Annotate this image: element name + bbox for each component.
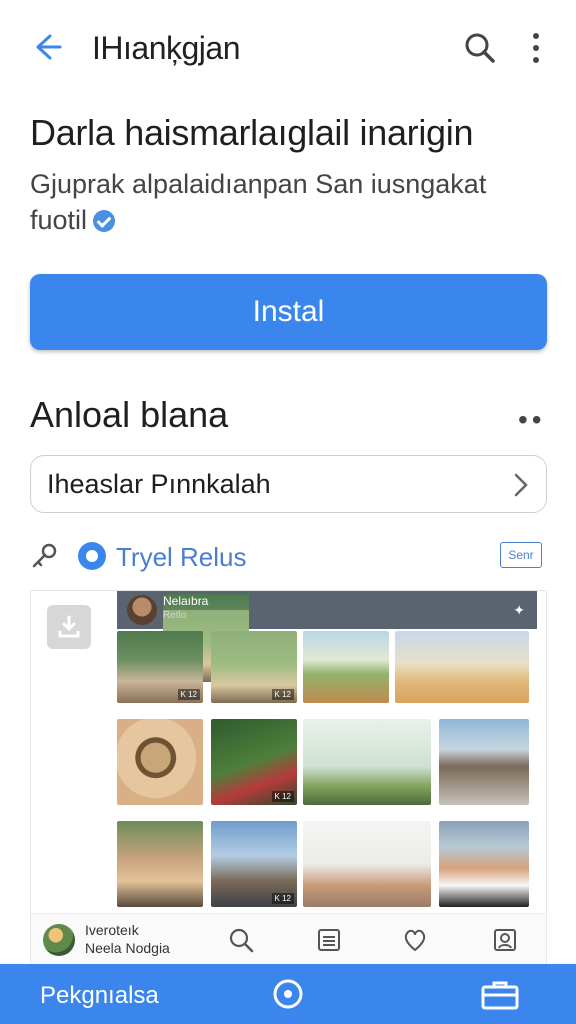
arrow-left-icon[interactable] xyxy=(28,30,62,64)
photo-thumbnail[interactable] xyxy=(117,719,203,805)
selector-label: Iheaslar Pınnkalah xyxy=(47,469,271,499)
filter-label[interactable]: Tryel Relus xyxy=(116,542,247,573)
photo-tag: K 12 xyxy=(271,893,294,904)
install-button[interactable]: Instal xyxy=(30,274,547,350)
verified-icon xyxy=(93,210,116,232)
section-title: Anloal blana xyxy=(30,394,229,435)
page-headline: Darla haismarlaıglail inarigin xyxy=(30,112,474,153)
photo-thumbnail[interactable] xyxy=(439,821,529,907)
photo-thumbnail[interactable] xyxy=(439,719,529,805)
section-more-button[interactable]: •• xyxy=(518,404,546,436)
selector-row[interactable]: Iheaslar Pınnkalah xyxy=(30,455,547,513)
filter-row: Tryel Relus Senr xyxy=(30,536,547,580)
chevron-right-icon xyxy=(514,473,528,497)
heart-icon[interactable] xyxy=(401,926,429,954)
download-button[interactable] xyxy=(47,605,91,649)
filter-badge[interactable]: Senr xyxy=(500,542,542,568)
bottom-navigation: Pekgnıalsa xyxy=(0,964,576,1024)
more-vertical-icon[interactable] xyxy=(524,30,548,66)
profile-icon[interactable] xyxy=(491,926,519,954)
avatar xyxy=(127,595,157,625)
photo-thumbnail[interactable]: K 12 xyxy=(117,631,203,703)
app-title: IHıanķgjan xyxy=(92,30,240,66)
photo-thumbnail[interactable] xyxy=(303,821,431,907)
album-thumbnail[interactable] xyxy=(43,924,75,956)
photo-tag: K 12 xyxy=(271,689,294,700)
photo-tag: K 12 xyxy=(177,689,200,700)
radio-selected-icon[interactable] xyxy=(78,542,106,570)
search-icon[interactable] xyxy=(462,30,498,66)
gallery-footer: Iveroteık Neela Nodgia xyxy=(31,913,546,965)
key-icon[interactable] xyxy=(30,540,60,570)
photo-thumbnail[interactable] xyxy=(303,719,431,805)
photo-thumbnail[interactable] xyxy=(303,631,389,703)
gallery-header: Nelaıbra Retlo ✦ xyxy=(117,591,537,682)
photo-tag: K 12 xyxy=(271,791,294,802)
photo-thumbnail[interactable] xyxy=(395,631,529,703)
photo-thumbnail[interactable] xyxy=(117,821,203,907)
photo-thumbnail[interactable]: K 12 xyxy=(211,719,297,805)
search-icon[interactable] xyxy=(227,926,255,954)
photo-thumbnail[interactable]: K 12 xyxy=(211,631,297,703)
page-description: Gjuprak alpalaidıanpan San iusngakat fuo… xyxy=(30,166,530,238)
home-circle-icon[interactable] xyxy=(272,978,304,1010)
list-icon[interactable] xyxy=(315,926,343,954)
pin-icon[interactable]: ✦ xyxy=(513,602,525,619)
photo-thumbnail[interactable]: K 12 xyxy=(211,821,297,907)
briefcase-icon[interactable] xyxy=(480,980,520,1010)
gallery-preview: Nelaıbra Retlo ✦ K 12 K 12 K 12 K 12 Ive… xyxy=(30,590,547,965)
bottom-nav-label[interactable]: Pekgnıalsa xyxy=(40,982,159,1010)
footer-line-2: Neela Nodgia xyxy=(85,940,170,956)
download-icon xyxy=(58,615,80,638)
footer-line-1: Iveroteık xyxy=(85,922,139,938)
app-bar: IHıanķgjan xyxy=(0,0,576,100)
